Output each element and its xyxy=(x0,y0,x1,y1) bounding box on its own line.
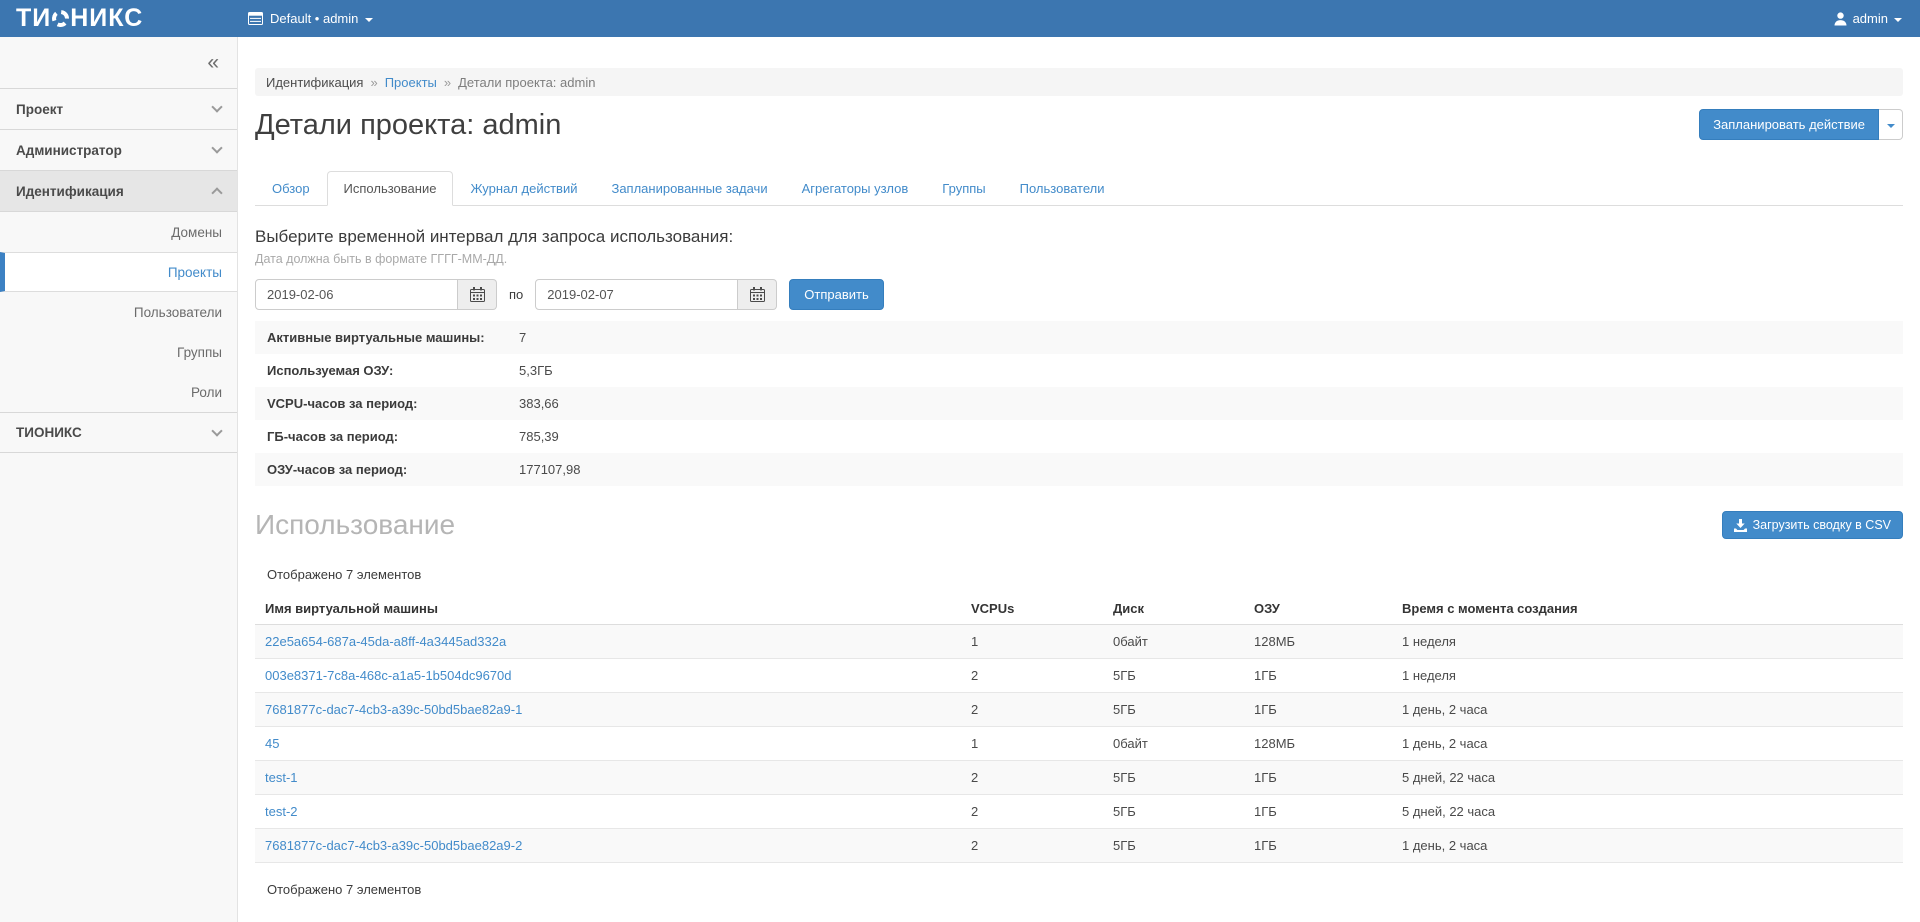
vm-link[interactable]: 22e5a654-687a-45da-a8ff-4a3445ad332a xyxy=(265,634,506,649)
breadcrumb-separator: » xyxy=(444,75,451,90)
domain-list-icon xyxy=(248,12,263,25)
date-from-group xyxy=(255,279,497,310)
context-switcher[interactable]: Default • admin xyxy=(238,0,383,37)
user-menu[interactable]: admin xyxy=(1816,0,1920,37)
schedule-action-group: Запланировать действие xyxy=(1699,109,1903,140)
sidebar-item-groups[interactable]: Группы xyxy=(0,332,237,372)
col-vcpus: VCPUs xyxy=(961,593,1103,625)
stat-active-vms: Активные виртуальные машины: 7 xyxy=(255,321,1903,354)
sidebar-section-identity[interactable]: Идентификация xyxy=(0,171,237,212)
date-from-input[interactable] xyxy=(255,279,458,310)
usage-stats: Активные виртуальные машины: 7 Используе… xyxy=(255,321,1903,486)
download-icon xyxy=(1734,519,1747,532)
vm-link[interactable]: 7681877c-dac7-4cb3-a39c-50bd5bae82a9-2 xyxy=(265,838,522,853)
interval-heading: Выберите временной интервал для запроса … xyxy=(255,227,1903,247)
caret-down-icon xyxy=(365,18,373,22)
sidebar-section-admin[interactable]: Администратор xyxy=(0,130,237,171)
table-row: 45 1 0байт 128МБ 1 день, 2 часа xyxy=(255,727,1903,761)
stat-ram-used: Используемая ОЗУ: 5,3ГБ xyxy=(255,354,1903,387)
caret-down-icon xyxy=(1887,124,1895,128)
tab-overview[interactable]: Обзор xyxy=(255,171,327,206)
vm-link[interactable]: test-1 xyxy=(265,770,298,785)
vm-link[interactable]: 7681877c-dac7-4cb3-a39c-50bd5bae82a9-1 xyxy=(265,702,522,717)
download-csv-button[interactable]: Загрузить сводку в CSV xyxy=(1722,511,1903,539)
chevron-down-icon xyxy=(211,101,222,112)
vm-link[interactable]: test-2 xyxy=(265,804,298,819)
tab-users[interactable]: Пользователи xyxy=(1003,171,1122,206)
page-title: Детали проекта: admin xyxy=(255,109,561,142)
schedule-action-button[interactable]: Запланировать действие xyxy=(1699,109,1879,140)
vm-usage-table: Имя виртуальной машины VCPUs Диск ОЗУ Вр… xyxy=(255,593,1903,863)
brand-text-right: НИКС xyxy=(70,4,143,33)
tab-host-aggregates[interactable]: Агрегаторы узлов xyxy=(785,171,926,206)
sidebar-item-users[interactable]: Пользователи xyxy=(0,292,237,332)
breadcrumb-current: Детали проекта: admin xyxy=(458,75,595,90)
sidebar-item-roles[interactable]: Роли xyxy=(0,372,237,412)
page-layout: « Проект Администратор Идентификация Дом… xyxy=(0,37,1920,922)
schedule-action-dropdown[interactable] xyxy=(1879,109,1903,140)
items-count-top: Отображено 7 элементов xyxy=(267,567,1903,582)
submit-button[interactable]: Отправить xyxy=(789,279,883,310)
date-format-hint: Дата должна быть в формате ГГГГ-ММ-ДД. xyxy=(255,252,1903,266)
tab-action-log[interactable]: Журнал действий xyxy=(453,171,594,206)
sidebar-section-tionix[interactable]: ТИОНИКС xyxy=(0,412,237,453)
stat-ram-hours: ОЗУ-часов за период: 177107,98 xyxy=(255,453,1903,486)
tab-usage[interactable]: Использование xyxy=(327,171,454,206)
context-label: Default • admin xyxy=(270,11,358,26)
breadcrumb-link-projects[interactable]: Проекты xyxy=(385,75,437,90)
calendar-icon xyxy=(750,287,765,302)
vm-link[interactable]: 45 xyxy=(265,736,279,751)
table-row: test-2 2 5ГБ 1ГБ 5 дней, 22 часа xyxy=(255,795,1903,829)
items-count-bottom: Отображено 7 элементов xyxy=(267,882,1903,897)
sidebar-collapse-row: « xyxy=(0,37,237,89)
main-content: Идентификация » Проекты » Детали проекта… xyxy=(238,37,1920,922)
stat-vcpu-hours: VCPU-часов за период: 383,66 xyxy=(255,387,1903,420)
caret-down-icon xyxy=(1894,18,1902,22)
date-to-input[interactable] xyxy=(535,279,738,310)
col-age: Время с момента создания xyxy=(1392,593,1903,625)
table-row: 7681877c-dac7-4cb3-a39c-50bd5bae82a9-1 2… xyxy=(255,693,1903,727)
tab-bar: Обзор Использование Журнал действий Запл… xyxy=(255,171,1903,206)
sidebar-item-domains[interactable]: Домены xyxy=(0,212,237,252)
usage-section-title: Использование xyxy=(255,509,455,541)
table-row: 003e8371-7c8a-468c-a1a5-1b504dc9670d 2 5… xyxy=(255,659,1903,693)
tab-groups[interactable]: Группы xyxy=(925,171,1002,206)
date-range-form: по Отправить xyxy=(255,279,1903,310)
sidebar-item-projects[interactable]: Проекты xyxy=(0,252,237,292)
brand-o-icon xyxy=(50,8,72,30)
table-row: 7681877c-dac7-4cb3-a39c-50bd5bae82a9-2 2… xyxy=(255,829,1903,863)
date-from-calendar-button[interactable] xyxy=(458,279,497,310)
brand-logo[interactable]: ТИ НИКС xyxy=(0,4,238,33)
sidebar-section-project[interactable]: Проект xyxy=(0,89,237,130)
user-icon xyxy=(1834,12,1847,26)
sidebar: « Проект Администратор Идентификация Дом… xyxy=(0,37,238,922)
sidebar-collapse-button[interactable]: « xyxy=(207,52,219,73)
date-to-group xyxy=(535,279,777,310)
col-disk: Диск xyxy=(1103,593,1244,625)
user-label: admin xyxy=(1853,11,1888,26)
breadcrumb: Идентификация » Проекты » Детали проекта… xyxy=(255,68,1903,96)
calendar-icon xyxy=(470,287,485,302)
stat-gb-hours: ГБ-часов за период: 785,39 xyxy=(255,420,1903,453)
table-header-row: Имя виртуальной машины VCPUs Диск ОЗУ Вр… xyxy=(255,593,1903,625)
breadcrumb-separator: » xyxy=(370,75,377,90)
title-row: Детали проекта: admin Запланировать дейс… xyxy=(255,109,1903,142)
to-label: по xyxy=(509,287,523,302)
chevron-down-icon xyxy=(211,142,222,153)
top-navbar: ТИ НИКС Default • admin admin xyxy=(0,0,1920,37)
brand-text-left: ТИ xyxy=(16,4,51,33)
breadcrumb-root: Идентификация xyxy=(266,75,363,90)
table-row: test-1 2 5ГБ 1ГБ 5 дней, 22 часа xyxy=(255,761,1903,795)
col-ram: ОЗУ xyxy=(1244,593,1392,625)
chevron-up-icon xyxy=(211,187,222,198)
tab-scheduled-tasks[interactable]: Запланированные задачи xyxy=(594,171,784,206)
vm-link[interactable]: 003e8371-7c8a-468c-a1a5-1b504dc9670d xyxy=(265,668,512,683)
col-vm-name: Имя виртуальной машины xyxy=(255,593,961,625)
usage-section-header: Использование Загрузить сводку в CSV xyxy=(255,509,1903,541)
chevron-down-icon xyxy=(211,425,222,436)
date-to-calendar-button[interactable] xyxy=(738,279,777,310)
table-row: 22e5a654-687a-45da-a8ff-4a3445ad332a 1 0… xyxy=(255,625,1903,659)
